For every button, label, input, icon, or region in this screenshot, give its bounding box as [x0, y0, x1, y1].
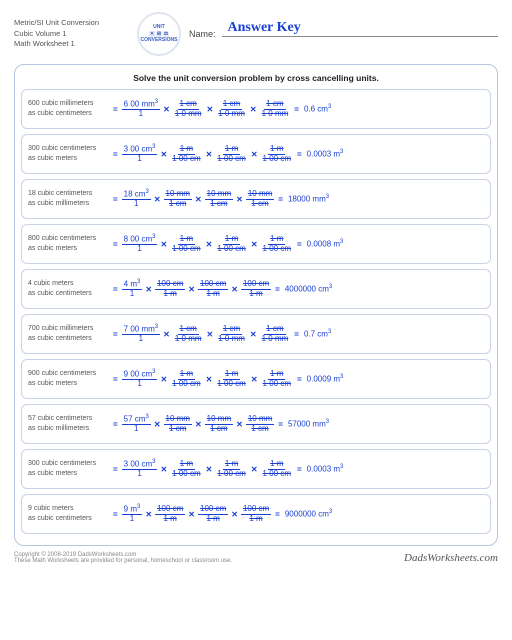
name-line: Answer Key — [222, 36, 498, 37]
problem-row: 4 cubic metersas cubic centimeters=4 m31… — [21, 269, 491, 309]
problem-text: 700 cubic millimetersas cubic centimeter… — [28, 324, 110, 345]
problem-row: 9 cubic metersas cubic centimeters=9 m31… — [21, 494, 491, 534]
problem-text: 300 cubic centimetersas cubic meters — [28, 459, 110, 480]
problem-text: 57 cubic centimetersas cubic millimeters — [28, 414, 110, 435]
problem-row: 700 cubic millimetersas cubic centimeter… — [21, 314, 491, 354]
equation: =4 m31✕100 cm1 m✕100 cm1 m✕100 cm1 m=400… — [110, 279, 484, 299]
equation: =18 cm31✕10 mm1 cm✕10 mm1 cm✕10 mm1 cm=1… — [110, 189, 484, 209]
meta-line-1: Metric/SI Unit Conversion — [14, 18, 129, 29]
footer-brand: DadsWorksheets.com — [404, 552, 498, 564]
equation: =3 00 cm31✕1 m1 00 cm✕1 m1 00 cm✕1 m1 00… — [110, 459, 484, 479]
equation: =57 cm31✕10 mm1 cm✕10 mm1 cm✕10 mm1 cm=5… — [110, 414, 484, 434]
equation: =9 m31✕100 cm1 m✕100 cm1 m✕100 cm1 m=900… — [110, 504, 484, 524]
answer-key-text: Answer Key — [228, 20, 301, 36]
meta-line-2: Cubic Volume 1 — [14, 29, 129, 40]
equation: =3 00 cm31✕1 m1 00 cm✕1 m1 00 cm✕1 m1 00… — [110, 144, 484, 164]
problem-row: 800 cubic centimetersas cubic meters=8 0… — [21, 224, 491, 264]
name-field: Name: Answer Key — [189, 29, 498, 39]
footer: Copyright © 2008-2019 DadsWorksheets.com… — [14, 552, 498, 564]
equation: =8 00 cm31✕1 m1 00 cm✕1 m1 00 cm✕1 m1 00… — [110, 234, 484, 254]
problem-row: 300 cubic centimetersas cubic meters=3 0… — [21, 134, 491, 174]
problem-row: 300 cubic centimetersas cubic meters=3 0… — [21, 449, 491, 489]
problem-text: 600 cubic millimetersas cubic centimeter… — [28, 99, 110, 120]
instruction: Solve the unit conversion problem by cro… — [21, 73, 491, 83]
problem-text: 18 cubic centimetersas cubic millimeters — [28, 189, 110, 210]
problem-text: 4 cubic metersas cubic centimeters — [28, 279, 110, 300]
equation: =7 00 mm31✕1 cm1 0 mm✕1 cm1 0 mm✕1 cm1 0… — [110, 324, 484, 344]
header: Metric/SI Unit Conversion Cubic Volume 1… — [14, 12, 498, 56]
problem-row: 57 cubic centimetersas cubic millimeters… — [21, 404, 491, 444]
problem-row: 600 cubic millimetersas cubic centimeter… — [21, 89, 491, 129]
equation: =6 00 mm31✕1 cm1 0 mm✕1 cm1 0 mm✕1 cm1 0… — [110, 99, 484, 119]
footer-note: These Math Worksheets are provided for p… — [14, 558, 232, 564]
problem-text: 900 cubic centimetersas cubic meters — [28, 369, 110, 390]
problem-text: 9 cubic metersas cubic centimeters — [28, 504, 110, 525]
problem-row: 18 cubic centimetersas cubic millimeters… — [21, 179, 491, 219]
problem-text: 300 cubic centimetersas cubic meters — [28, 144, 110, 165]
equation: =9 00 cm31✕1 m1 00 cm✕1 m1 00 cm✕1 m1 00… — [110, 369, 484, 389]
problem-text: 800 cubic centimetersas cubic meters — [28, 234, 110, 255]
footer-left: Copyright © 2008-2019 DadsWorksheets.com… — [14, 552, 232, 564]
name-label: Name: — [189, 29, 216, 39]
problem-row: 900 cubic centimetersas cubic meters=9 0… — [21, 359, 491, 399]
logo-icon: UNIT ✕⊞⚖ CONVERSIONS — [137, 12, 181, 56]
worksheet-frame: Solve the unit conversion problem by cro… — [14, 64, 498, 546]
worksheet-meta: Metric/SI Unit Conversion Cubic Volume 1… — [14, 18, 129, 50]
meta-line-3: Math Worksheet 1 — [14, 39, 129, 50]
